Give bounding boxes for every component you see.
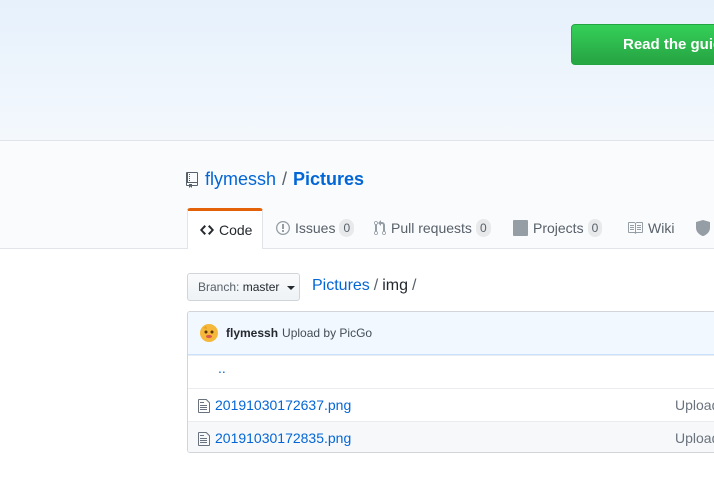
repo-name-link[interactable]: Pictures	[293, 168, 364, 190]
breadcrumb-root-link[interactable]: Pictures	[312, 277, 370, 294]
tab-pull-requests[interactable]: Pull requests 0	[374, 208, 491, 248]
breadcrumb-separator: /	[412, 277, 417, 294]
tab-label: Pull requests	[391, 220, 472, 236]
table-row: 20191030172637.png Upload by PicGo	[188, 388, 714, 421]
tab-wiki[interactable]: Wiki	[627, 208, 674, 248]
issue-icon	[276, 221, 290, 235]
repo-separator: /	[282, 169, 288, 189]
file-table: flymessh Upload by PicGo .. 201910301726…	[187, 311, 714, 453]
issues-counter: 0	[339, 219, 355, 237]
parent-directory-row[interactable]: ..	[188, 355, 714, 388]
tab-code[interactable]: Code	[187, 208, 263, 249]
shield-icon	[696, 220, 710, 236]
read-the-guide-button[interactable]: Read the guide	[571, 24, 714, 65]
tab-label: Projects	[533, 220, 584, 236]
file-icon	[198, 399, 210, 413]
tab-label: Code	[219, 222, 253, 238]
breadcrumb-separator: /	[373, 277, 379, 294]
tab-security[interactable]	[696, 208, 714, 248]
repo-title: flymessh / Pictures	[186, 168, 364, 190]
pull-request-icon	[374, 220, 386, 235]
project-icon	[513, 220, 528, 236]
table-row: 20191030172835.png Upload by PicGo	[188, 421, 714, 452]
file-commit-message[interactable]: Upload by PicGo	[675, 397, 714, 413]
branch-name: master	[242, 280, 280, 294]
tab-issues[interactable]: Issues 0	[276, 208, 355, 248]
tab-label: Wiki	[648, 220, 675, 236]
repo-header	[0, 141, 714, 249]
file-icon	[198, 432, 210, 446]
tab-projects[interactable]: Projects 0	[513, 208, 603, 248]
parent-directory-link[interactable]: ..	[218, 360, 226, 376]
caret-down-icon	[286, 285, 295, 290]
code-icon	[200, 225, 214, 235]
branch-select-button[interactable]: Branch: master	[187, 273, 300, 301]
breadcrumb: Pictures / img /	[312, 276, 420, 296]
repo-owner-link[interactable]: flymessh	[205, 168, 276, 190]
book-icon	[628, 222, 643, 234]
pull-requests-counter: 0	[475, 219, 491, 237]
branch-prefix: Branch:	[198, 280, 240, 294]
file-commit-message[interactable]: Upload by PicGo	[675, 430, 714, 446]
hero-banner: Read the guide	[0, 0, 714, 141]
projects-counter: 0	[587, 219, 603, 237]
avatar[interactable]	[200, 324, 218, 342]
file-link[interactable]: 20191030172637.png	[215, 397, 351, 413]
breadcrumb-current-dir: img	[382, 277, 409, 294]
latest-commit-bar: flymessh Upload by PicGo	[188, 312, 714, 355]
commit-message-link[interactable]: Upload by PicGo	[282, 326, 372, 340]
file-link[interactable]: 20191030172835.png	[215, 430, 351, 446]
tab-label: Issues	[295, 220, 336, 236]
repo-icon	[186, 171, 198, 188]
commit-author-link[interactable]: flymessh	[226, 326, 278, 340]
